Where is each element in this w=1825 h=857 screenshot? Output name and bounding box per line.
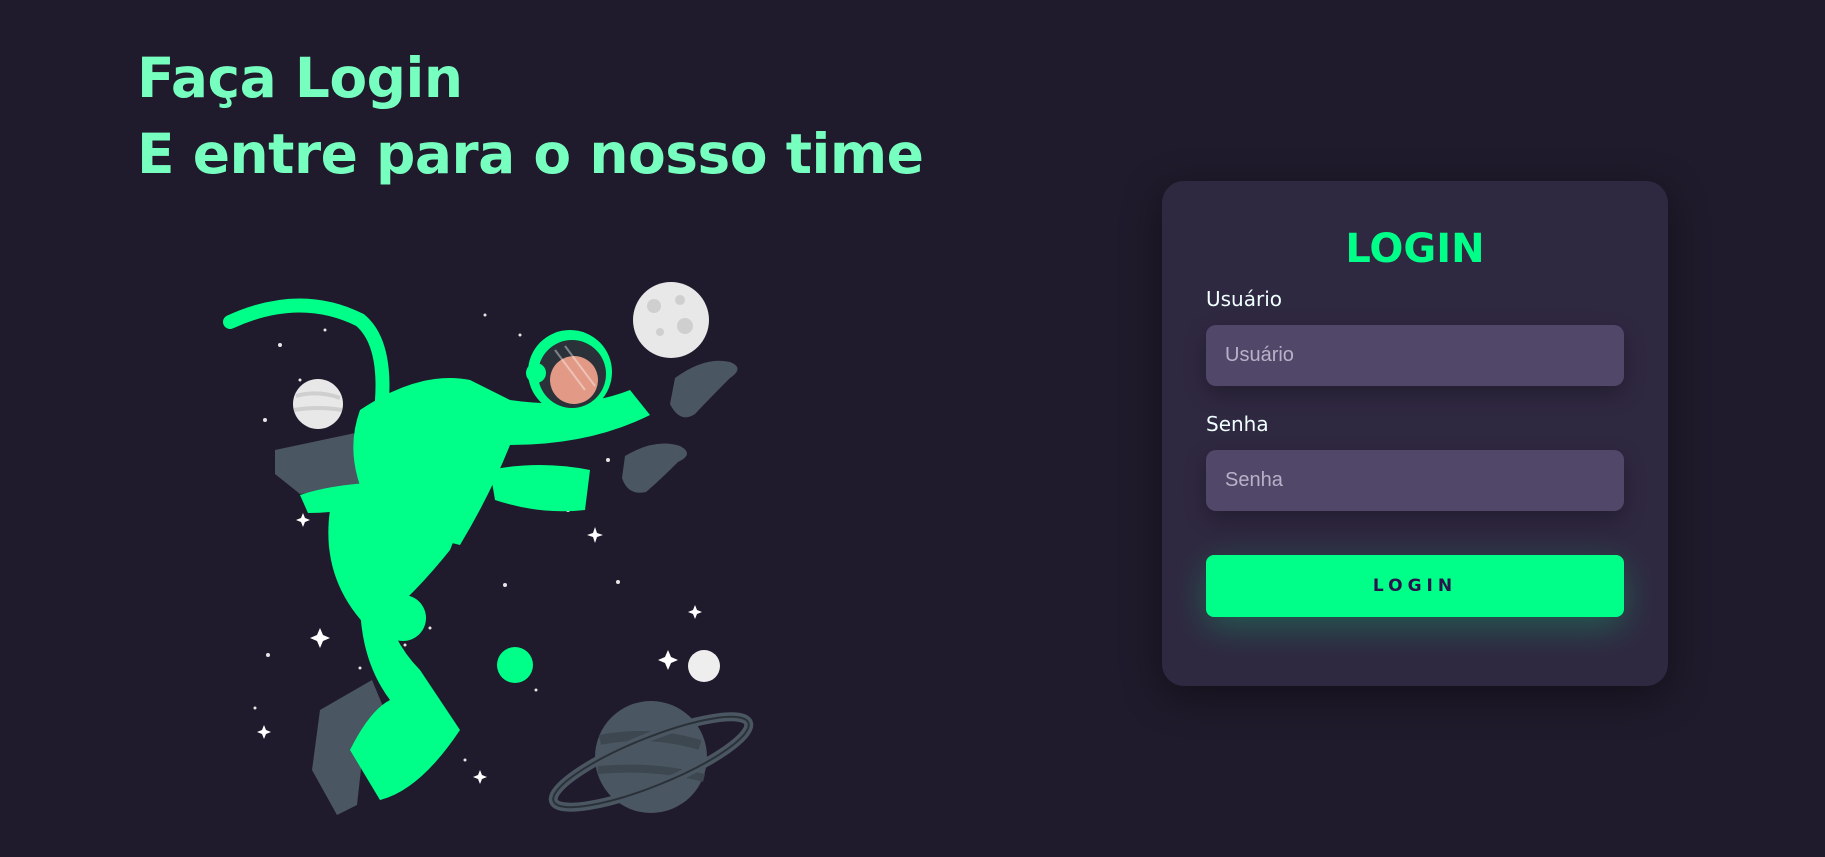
moon-icon <box>633 282 709 358</box>
small-moon-icon <box>688 650 720 682</box>
helmet-icon <box>526 330 612 414</box>
password-input[interactable] <box>1206 450 1624 511</box>
login-card: LOGIN Usuário Senha LOGIN <box>1162 181 1668 686</box>
planet-left-icon <box>293 379 343 429</box>
headline-line-2: E entre para o nosso time <box>137 122 924 186</box>
login-page: Faça Login E entre para o nosso time LOG… <box>0 0 1825 857</box>
astronaut-illustration-icon <box>223 282 754 815</box>
username-label: Usuário <box>1206 287 1283 311</box>
page-headline: Faça Login E entre para o nosso time <box>137 40 924 192</box>
login-button[interactable]: LOGIN <box>1206 555 1624 617</box>
login-title: LOGIN <box>1345 226 1485 272</box>
headline-line-1: Faça Login <box>137 46 463 110</box>
username-input[interactable] <box>1206 325 1624 386</box>
password-label: Senha <box>1206 412 1269 436</box>
saturn-icon <box>548 701 754 813</box>
gloves-icon <box>622 360 738 493</box>
